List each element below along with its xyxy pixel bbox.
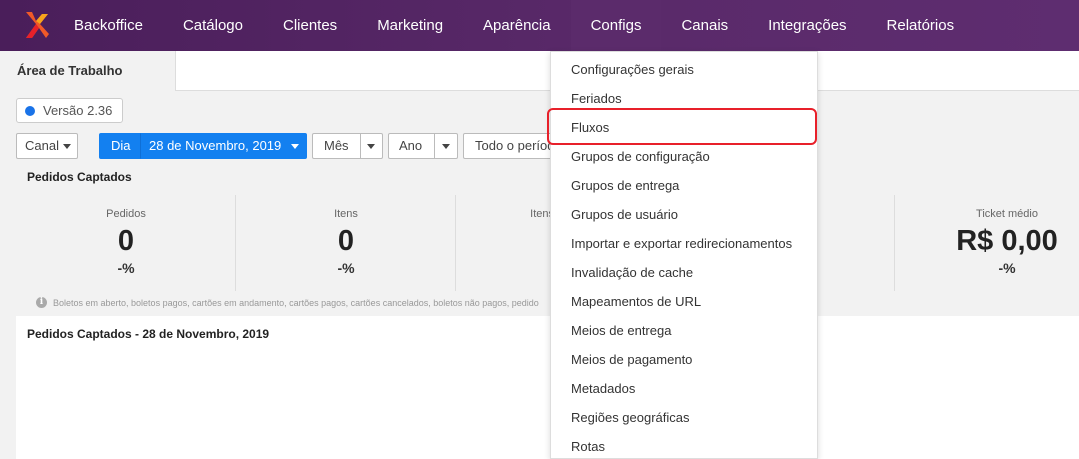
dia-button[interactable]: Dia <box>99 133 141 159</box>
menu-item-metadados[interactable]: Metadados <box>551 374 817 403</box>
stat-change: -% <box>337 260 355 276</box>
divider <box>894 195 895 291</box>
stat-value: 0 <box>337 225 355 257</box>
nav-item-marketing[interactable]: Marketing <box>357 0 463 51</box>
panel-title: Pedidos Captados - 28 de Novembro, 2019 <box>27 327 270 341</box>
mes-button[interactable]: Mês <box>312 133 361 159</box>
stat-pedidos: Pedidos 0 -% <box>16 193 236 293</box>
menu-item-grupos-de-entrega[interactable]: Grupos de entrega <box>551 171 817 200</box>
ano-dropdown-toggle[interactable] <box>434 133 458 159</box>
menu-item-grupos-de-usuario[interactable]: Grupos de usuário <box>551 200 817 229</box>
date-label: 28 de Novembro, 2019 <box>149 138 282 153</box>
canal-dropdown[interactable]: Canal <box>16 133 78 159</box>
mes-dropdown-toggle[interactable] <box>360 133 383 159</box>
logo-icon[interactable] <box>22 10 50 40</box>
canal-label: Canal <box>25 138 59 153</box>
nav-item-aparencia[interactable]: Aparência <box>463 0 571 51</box>
stat-value: 0 <box>117 225 135 257</box>
chart-panel: Pedidos Captados - 28 de Novembro, 2019 <box>16 316 1079 459</box>
nav-item-configs[interactable]: Configs <box>570 0 662 51</box>
stat-label: Itens <box>334 208 358 220</box>
menu-item-mapeamentos-de-url[interactable]: Mapeamentos de URL <box>551 287 817 316</box>
chevron-down-icon <box>367 144 375 150</box>
nav-item-canais[interactable]: Canais <box>661 0 748 51</box>
tab-area-de-trabalho[interactable]: Área de Trabalho <box>0 51 176 91</box>
todo-periodo-button[interactable]: Todo o períod <box>463 133 553 159</box>
nav-item-relatorios[interactable]: Relatórios <box>867 0 975 51</box>
stat-label: Ticket médio <box>976 208 1038 220</box>
chevron-down-icon <box>442 144 450 150</box>
stat-label: Pedidos <box>106 208 146 220</box>
chevron-down-icon <box>62 144 71 150</box>
nav-item-backoffice[interactable]: Backoffice <box>54 0 163 51</box>
stats-summary: Pedidos 0 -% Itens 0 -% Itens 0 Ticket m… <box>16 193 1079 293</box>
stat-itens: Itens 0 -% <box>236 193 456 293</box>
menu-item-configuracoes-gerais[interactable]: Configurações gerais <box>551 55 817 84</box>
tabs-bar: Área de Trabalho <box>0 51 1079 91</box>
menu-item-rotas[interactable]: Rotas <box>551 432 817 459</box>
info-icon: i <box>36 297 47 308</box>
top-navigation: Backoffice Catálogo Clientes Marketing A… <box>0 0 1079 51</box>
highlight-outline <box>547 108 817 145</box>
nav-item-integracoes[interactable]: Integrações <box>748 0 866 51</box>
nav-item-clientes[interactable]: Clientes <box>263 0 357 51</box>
menu-item-importar-exportar-redirecionamentos[interactable]: Importar e exportar redirecionamentos <box>551 229 817 258</box>
nav-item-catalogo[interactable]: Catálogo <box>163 0 263 51</box>
stats-note: i Boletos em aberto, boletos pagos, cart… <box>36 297 539 308</box>
note-text: Boletos em aberto, boletos pagos, cartõe… <box>53 297 539 308</box>
stat-value: R$ 0,00 <box>956 225 1058 257</box>
version-label: Versão 2.36 <box>43 103 113 118</box>
nav-menu: Backoffice Catálogo Clientes Marketing A… <box>54 0 974 51</box>
stat-ticket-medio: Ticket médio R$ 0,00 -% <box>896 193 1079 293</box>
stats-title: Pedidos Captados <box>27 170 132 184</box>
stat-label: Itens <box>530 208 554 220</box>
menu-item-meios-de-pagamento[interactable]: Meios de pagamento <box>551 345 817 374</box>
menu-item-regioes-geograficas[interactable]: Regiões geográficas <box>551 403 817 432</box>
version-badge: Versão 2.36 <box>16 98 124 123</box>
stat-change: -% <box>998 260 1016 276</box>
stat-change: -% <box>117 260 135 276</box>
menu-item-meios-de-entrega[interactable]: Meios de entrega <box>551 316 817 345</box>
status-dot-icon <box>25 105 35 116</box>
date-picker[interactable]: 28 de Novembro, 2019 <box>140 133 307 159</box>
menu-item-invalidacao-de-cache[interactable]: Invalidação de cache <box>551 258 817 287</box>
chevron-down-icon <box>291 144 300 150</box>
ano-button[interactable]: Ano <box>388 133 435 159</box>
menu-item-grupos-de-configuracao[interactable]: Grupos de configuração <box>551 142 817 171</box>
